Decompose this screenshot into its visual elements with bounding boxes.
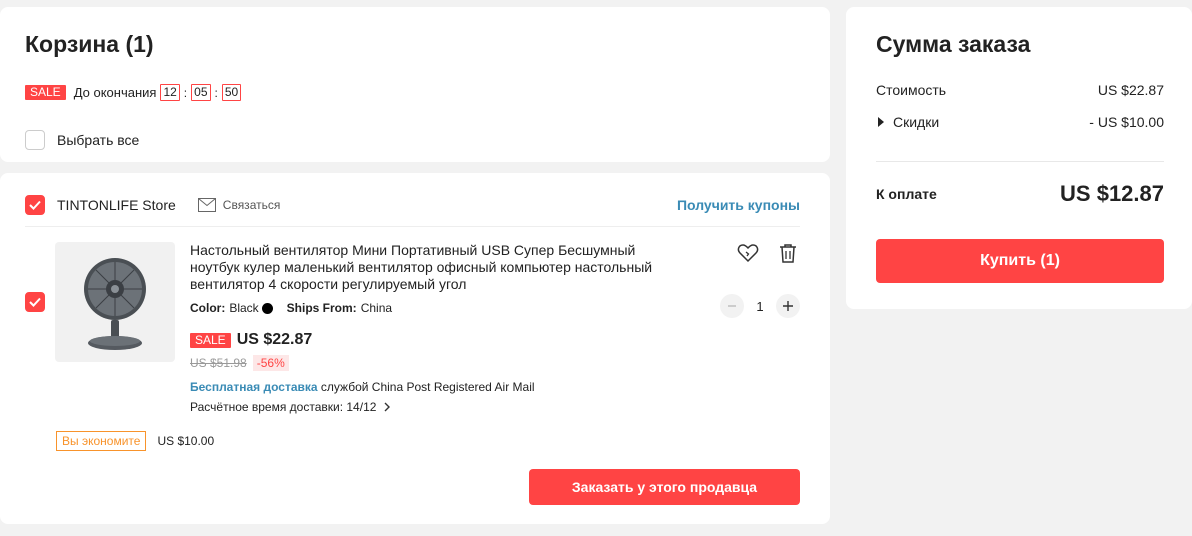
free-shipping-label: Бесплатная доставка [190, 380, 318, 394]
product-title[interactable]: Настольный вентилятор Мини Портативный U… [190, 242, 655, 293]
color-label: Color: [190, 301, 226, 315]
order-summary-card: Сумма заказа Стоимость US $22.87 Скидки … [846, 7, 1192, 309]
envelope-icon [197, 198, 216, 212]
old-price-row: US $51.98 -56% [190, 355, 289, 371]
quantity-stepper: 1 [720, 294, 800, 318]
store-checkbox[interactable] [25, 195, 45, 215]
total-row: К оплате US $12.87 [876, 181, 1164, 207]
buy-button[interactable]: Купить (1) [876, 239, 1164, 283]
total-label: К оплате [876, 186, 937, 202]
chevron-right-icon [384, 402, 391, 412]
ships-from-value: China [360, 301, 393, 315]
savings-amount: US $10.00 [157, 434, 215, 448]
trash-icon [780, 244, 796, 263]
cost-row: Стоимость US $22.87 [876, 82, 1164, 98]
store-card: TINTONLIFE Store Связаться Получить купо… [0, 173, 830, 524]
old-price: US $51.98 [190, 356, 247, 370]
contact-seller[interactable]: Связаться [197, 198, 281, 212]
color-swatch [261, 302, 273, 314]
triangle-right-icon [878, 117, 884, 127]
colon: : [183, 85, 188, 100]
savings-badge: Вы экономите [56, 431, 147, 451]
countdown-seconds: 50 [221, 84, 242, 101]
color-value: Black [229, 301, 259, 315]
check-icon [29, 200, 41, 210]
contact-label: Связаться [222, 198, 281, 212]
wishlist-button[interactable] [737, 243, 759, 263]
item-checkbox[interactable] [25, 292, 45, 312]
sale-badge: SALE [25, 85, 66, 100]
delivery-eta-text: Расчётное время доставки: 14/12 [190, 400, 377, 414]
discount-badge: -56% [252, 355, 289, 371]
ships-from-label: Ships From: [286, 301, 357, 315]
quantity-increase-button[interactable] [776, 294, 800, 318]
summary-title: Сумма заказа [876, 31, 1031, 57]
select-all-label: Выбрать все [57, 132, 140, 148]
quantity-decrease-button[interactable] [720, 294, 744, 318]
select-all-checkbox[interactable] [25, 130, 45, 150]
delete-button[interactable] [778, 243, 798, 264]
quantity-value[interactable]: 1 [744, 299, 776, 314]
product-image[interactable] [55, 242, 175, 362]
savings-row: Вы экономите US $10.00 [56, 431, 214, 451]
select-all[interactable]: Выбрать все [25, 130, 139, 150]
get-coupons-link[interactable]: Получить купоны [677, 197, 800, 213]
shipping-service: службой China Post Registered Air Mail [317, 380, 535, 394]
price-row: SALE US $22.87 [190, 331, 312, 349]
total-value: US $12.87 [1060, 181, 1164, 206]
store-name[interactable]: TINTONLIFE Store [57, 197, 176, 213]
fan-image [84, 258, 146, 350]
discounts-value: - US $10.00 [1089, 114, 1164, 130]
divider [25, 226, 800, 227]
plus-icon [783, 301, 793, 311]
colon: : [214, 85, 218, 100]
discounts-row[interactable]: Скидки - US $10.00 [876, 114, 1164, 130]
check-icon [29, 297, 41, 307]
product-price: US $22.87 [236, 331, 313, 348]
countdown-label: До окончания [73, 85, 157, 100]
cart-header-card: Корзина (1) SALE До окончания 12 : 05 : … [0, 7, 830, 162]
product-attributes: Color: Black Ships From: China [190, 301, 392, 315]
sale-countdown: SALE До окончания 12 : 05 : 50 [25, 84, 242, 101]
sale-badge: SALE [190, 332, 231, 348]
minus-icon [728, 305, 736, 307]
countdown-hours: 12 [160, 84, 180, 101]
order-from-seller-button[interactable]: Заказать у этого продавца [529, 469, 800, 505]
cart-title: Корзина (1) [25, 31, 154, 57]
cost-value: US $22.87 [1097, 82, 1164, 98]
countdown-minutes: 05 [191, 84, 211, 101]
store-header: TINTONLIFE Store Связаться [25, 195, 280, 215]
heart-icon [737, 244, 759, 263]
delivery-eta[interactable]: Расчётное время доставки: 14/12 [190, 400, 394, 414]
shipping-info: Бесплатная доставка службой China Post R… [190, 380, 535, 394]
discounts-label: Скидки [893, 114, 940, 130]
divider [876, 161, 1164, 162]
cost-label: Стоимость [876, 82, 947, 98]
